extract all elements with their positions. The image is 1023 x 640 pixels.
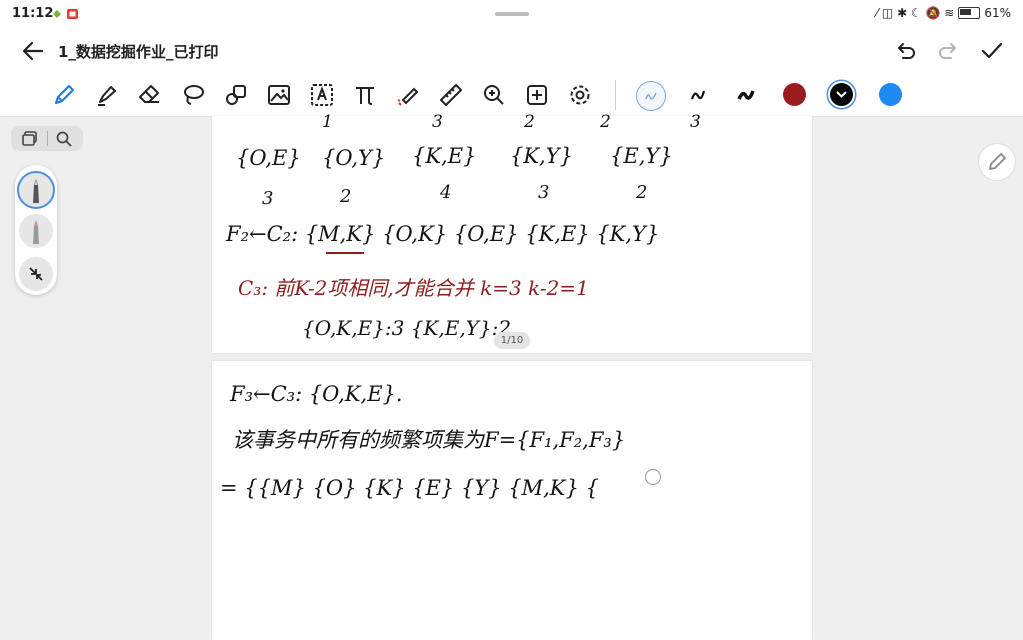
status-time: 11:12 xyxy=(12,6,54,21)
formula-icon[interactable] xyxy=(351,81,379,109)
image-icon[interactable] xyxy=(265,81,293,109)
hw-count: 3 xyxy=(432,112,443,132)
pen-nib-icon xyxy=(33,179,39,203)
hw-itemset: {E,Y} xyxy=(610,144,673,168)
battery-icon xyxy=(958,7,981,19)
hw-count: 4 xyxy=(440,182,452,203)
hw-result-line: = {{M} {O} {K} {E} {Y} {M,K} { xyxy=(220,476,599,500)
hw-itemset: {K,E} xyxy=(412,144,477,168)
collapse-panel-button[interactable] xyxy=(19,257,53,291)
toolbar-divider xyxy=(615,80,616,110)
notification-icons xyxy=(53,9,78,19)
hw-count: 3 xyxy=(690,112,701,132)
signal-icons: ⁄ ◫ ✱ ☾ 🔕 ≋ xyxy=(876,6,955,20)
hw-c3-sets: {O,K,E}:3 {K,E,Y}:2 xyxy=(302,316,512,340)
collapse-icon xyxy=(29,267,43,281)
color-swatch-black-selected[interactable] xyxy=(830,83,853,106)
zoom-in-icon[interactable] xyxy=(480,81,508,109)
hw-underline xyxy=(326,252,364,254)
color-swatch-blue[interactable] xyxy=(879,83,902,106)
document-title: 1_数据挖掘作业_已打印 xyxy=(58,43,219,61)
hw-count: 3 xyxy=(538,182,550,203)
hw-count: 2 xyxy=(600,112,611,132)
drawing-toolbar xyxy=(0,74,1023,117)
hw-count: 2 xyxy=(340,186,352,207)
settings-icon[interactable] xyxy=(566,81,594,109)
back-arrow-icon[interactable] xyxy=(20,38,46,64)
pen-cursor xyxy=(645,469,661,485)
highlighter-icon[interactable] xyxy=(93,81,121,109)
hw-count: 2 xyxy=(636,182,648,203)
page-indicator: 1/10 xyxy=(494,332,530,349)
hw-itemset: {O,Y} xyxy=(322,146,386,170)
status-icons: ⁄ ◫ ✱ ☾ 🔕 ≋ 61% xyxy=(876,6,1011,20)
pen-style-thick[interactable] xyxy=(732,81,760,109)
view-controls xyxy=(11,126,83,151)
eraser-icon[interactable] xyxy=(136,81,164,109)
hw-conclusion: 该事务中所有的频繁项集为F={F₁,F₂,F₃} xyxy=(232,428,626,452)
pen-style-thin[interactable] xyxy=(636,81,666,111)
chevron-down-icon xyxy=(836,91,847,98)
hw-f3-line: F₃←C₃: {O,K,E}. xyxy=(230,382,403,406)
page-thumbnails-icon[interactable] xyxy=(21,130,39,147)
text-box-icon[interactable] xyxy=(308,81,336,109)
pen-quick-panel xyxy=(15,165,57,295)
search-icon[interactable] xyxy=(55,130,73,148)
status-bar: 11:12 ⁄ ◫ ✱ ☾ 🔕 ≋ 61% xyxy=(0,0,1023,28)
shapes-icon[interactable] xyxy=(222,81,250,109)
undo-icon[interactable] xyxy=(894,39,918,63)
pencil-icon xyxy=(989,153,1006,170)
laser-pointer-icon[interactable] xyxy=(394,81,422,109)
hw-count: 1 xyxy=(322,112,333,132)
edit-button[interactable] xyxy=(978,143,1016,181)
pen-slot-1[interactable] xyxy=(17,171,55,209)
hw-f2-line: F₂←C₂: {M,K} {O,K} {O,E} {K,E} {K,Y} xyxy=(226,222,660,246)
title-bar: 1_数据挖掘作业_已打印 xyxy=(0,28,1023,74)
hw-itemset: {K,Y} xyxy=(510,144,573,168)
pen-icon[interactable] xyxy=(50,81,78,109)
drag-handle[interactable] xyxy=(495,12,529,16)
checkmark-icon[interactable] xyxy=(979,38,1005,64)
hw-count: 2 xyxy=(524,112,535,132)
pen-style-medium[interactable] xyxy=(684,81,712,109)
hw-count: 3 xyxy=(262,188,274,209)
divider xyxy=(47,131,48,146)
pen-slot-2[interactable] xyxy=(19,214,53,248)
color-swatch-red[interactable] xyxy=(783,83,806,106)
hw-itemset: {O,E} xyxy=(236,146,301,170)
ruler-icon[interactable] xyxy=(437,81,465,109)
lasso-icon[interactable] xyxy=(179,81,207,109)
add-icon[interactable] xyxy=(523,81,551,109)
battery-level: 61% xyxy=(984,6,1011,20)
pencil-nib-icon xyxy=(33,220,39,244)
redo-icon[interactable] xyxy=(936,39,960,63)
hw-c3-rule: C₃: 前K-2项相同,才能合并 k=3 k-2=1 xyxy=(238,276,589,300)
